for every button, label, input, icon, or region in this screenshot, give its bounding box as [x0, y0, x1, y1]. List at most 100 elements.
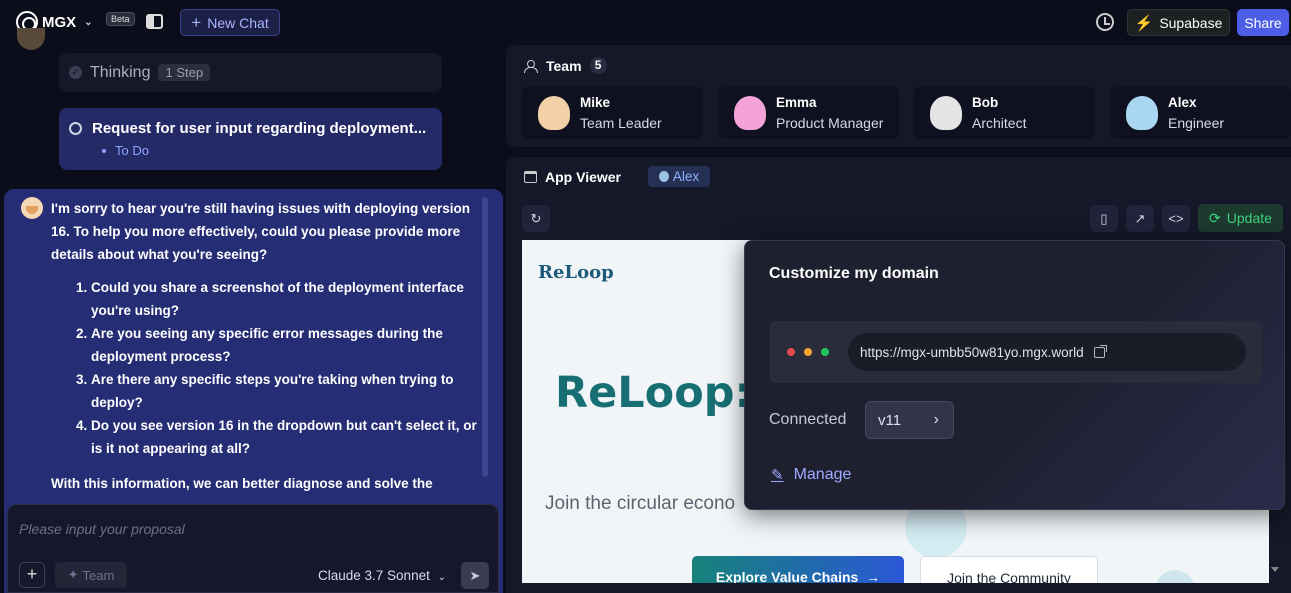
- new-chat-button[interactable]: + New Chat: [180, 9, 280, 36]
- team-count-badge: 5: [589, 57, 607, 74]
- sidebar-toggle-icon[interactable]: [146, 14, 163, 29]
- agent-chip-label: Alex: [672, 169, 700, 184]
- open-external-button[interactable]: ↗: [1126, 205, 1154, 232]
- emma-avatar: [734, 96, 766, 130]
- code-icon: <>: [1168, 211, 1184, 226]
- alex-avatar: [1126, 96, 1158, 130]
- supabase-label: Supabase: [1159, 14, 1223, 31]
- todo-status: To Do: [102, 143, 432, 158]
- code-view-button[interactable]: <>: [1162, 205, 1190, 232]
- radio-circle-icon: [69, 122, 82, 135]
- alex-avatar-icon: [658, 171, 669, 182]
- app-viewer-label: App Viewer: [545, 169, 621, 185]
- update-button[interactable]: ⟳ Update: [1198, 204, 1283, 232]
- agent-chip[interactable]: Alex: [648, 166, 710, 187]
- scroll-down-arrow-icon[interactable]: [1271, 567, 1279, 572]
- domain-bar: https://mgx-umbb50w81yo.mgx.world: [770, 321, 1262, 383]
- domain-url: https://mgx-umbb50w81yo.mgx.world: [860, 344, 1084, 360]
- brand-name: MGX: [42, 13, 77, 31]
- assistant-message: I'm sorry to hear you're still having is…: [51, 197, 479, 495]
- member-role: Product Manager: [776, 115, 884, 131]
- todo-title: Request for user input regarding deploym…: [92, 120, 427, 137]
- domain-url-field[interactable]: https://mgx-umbb50w81yo.mgx.world: [848, 333, 1246, 371]
- check-circle-icon: ✓: [69, 66, 82, 79]
- team-mode-button[interactable]: ✦ Team: [55, 562, 127, 588]
- team-panel: Team 5 Mike Team Leader Emma Product Man…: [506, 45, 1291, 147]
- app-window-icon: [524, 171, 537, 183]
- member-name: Emma: [776, 95, 817, 110]
- version-label: v11: [878, 411, 902, 429]
- chat-scrollbar[interactable]: [482, 197, 488, 477]
- step-count-badge: 1 Step: [158, 64, 211, 81]
- member-name: Alex: [1168, 95, 1197, 110]
- thinking-step[interactable]: ✓ Thinking 1 Step: [59, 53, 442, 92]
- new-chat-label: New Chat: [207, 14, 269, 31]
- yellow-dot-icon: [804, 348, 812, 356]
- todo-card[interactable]: Request for user input regarding deploym…: [59, 108, 442, 170]
- share-button[interactable]: Share: [1237, 9, 1289, 36]
- question-list: Could you share a screenshot of the depl…: [91, 276, 479, 460]
- agent-avatar: [21, 197, 43, 219]
- list-item: Could you share a screenshot of the depl…: [91, 276, 479, 322]
- chevron-down-icon: ⌄: [437, 572, 446, 583]
- proposal-input-box[interactable]: Please input your proposal + ✦ Team Clau…: [7, 504, 499, 593]
- attach-button[interactable]: +: [19, 562, 45, 588]
- list-item: Are there any specific steps you're taki…: [91, 368, 479, 414]
- top-bar: MGX ⌄ Beta + New Chat ⚡ Supabase Share: [0, 0, 1291, 44]
- pencil-icon: ✎: [771, 467, 784, 484]
- mobile-icon: ▯: [1100, 211, 1108, 226]
- external-link-icon[interactable]: [1093, 344, 1107, 358]
- bolt-icon: ⚡: [1134, 14, 1154, 32]
- message-intro: I'm sorry to hear you're still having is…: [51, 201, 471, 262]
- external-link-icon: ↗: [1134, 211, 1146, 226]
- plus-icon: +: [191, 12, 202, 32]
- avatar: [17, 28, 45, 50]
- preview-hero-title: ReLoop:: [555, 368, 752, 418]
- explore-value-chains-button[interactable]: Explore Value Chains →: [692, 556, 904, 583]
- history-icon[interactable]: [1096, 13, 1114, 31]
- join-community-button[interactable]: Join the Community: [920, 556, 1098, 583]
- sparkle-icon: ✦: [67, 567, 79, 582]
- send-icon: ➤: [469, 568, 481, 583]
- member-name: Mike: [580, 95, 611, 110]
- bob-avatar: [930, 96, 962, 130]
- decorative-bubble: [1155, 570, 1195, 583]
- team-label: Team: [546, 57, 582, 74]
- message-tail: With this information, we can better dia…: [51, 476, 433, 491]
- version-selector[interactable]: v11 ›: [865, 401, 954, 439]
- member-role: Architect: [972, 115, 1027, 131]
- member-name: Bob: [972, 95, 999, 110]
- sync-icon: ⟳: [1209, 209, 1221, 226]
- popup-title: Customize my domain: [769, 265, 939, 282]
- connected-label: Connected: [769, 411, 847, 428]
- thinking-label: Thinking: [90, 63, 151, 81]
- explore-label: Explore Value Chains: [715, 569, 859, 583]
- beta-badge: Beta: [106, 12, 135, 26]
- preview-subtitle: Join the circular econo: [545, 493, 736, 514]
- model-label: Claude 3.7 Sonnet: [318, 568, 430, 583]
- team-member-mike[interactable]: Mike Team Leader: [522, 87, 703, 139]
- refresh-icon: ↻: [530, 211, 542, 226]
- member-role: Engineer: [1168, 115, 1225, 131]
- send-button[interactable]: ➤: [461, 562, 489, 589]
- team-member-alex[interactable]: Alex Engineer: [1110, 87, 1291, 139]
- window-dots: [787, 348, 829, 356]
- preview-brand[interactable]: ReLoop: [538, 262, 614, 283]
- update-label: Update: [1226, 210, 1272, 226]
- proposal-input[interactable]: Please input your proposal: [19, 521, 185, 537]
- red-dot-icon: [787, 348, 795, 356]
- member-role: Team Leader: [580, 115, 662, 131]
- arrow-right-icon: →: [862, 569, 881, 583]
- model-selector[interactable]: Claude 3.7 Sonnet ⌄: [318, 568, 446, 583]
- list-item: Are you seeing any specific error messag…: [91, 322, 479, 368]
- supabase-button[interactable]: ⚡ Supabase: [1127, 9, 1230, 36]
- list-item: Do you see version 16 in the dropdown bu…: [91, 414, 479, 460]
- team-member-emma[interactable]: Emma Product Manager: [718, 87, 899, 139]
- team-icon: [524, 59, 538, 73]
- mike-avatar: [538, 96, 570, 130]
- manage-button[interactable]: ✎ Manage: [771, 466, 851, 484]
- chevron-right-icon: ›: [933, 411, 939, 428]
- mobile-view-button[interactable]: ▯: [1090, 205, 1118, 232]
- refresh-button[interactable]: ↻: [522, 205, 550, 232]
- team-member-bob[interactable]: Bob Architect: [914, 87, 1095, 139]
